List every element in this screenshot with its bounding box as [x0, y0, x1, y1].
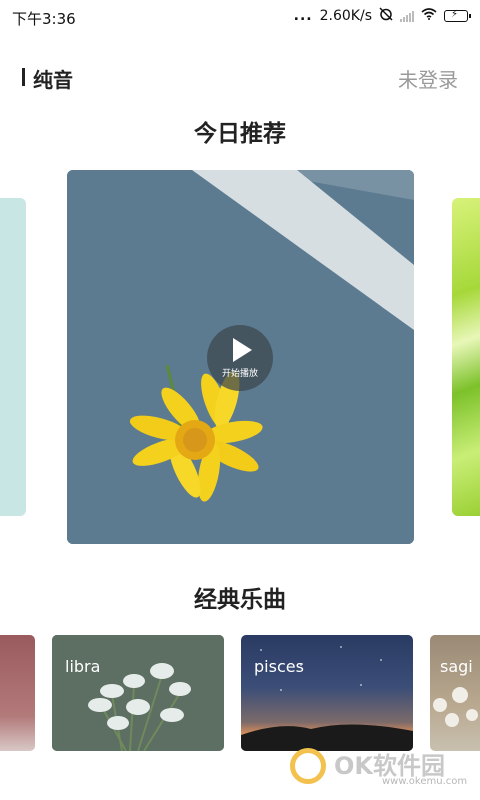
status-bar: 下午3:36 ... 2.60K/s ⚡	[0, 0, 480, 32]
night-sky-image	[241, 646, 413, 751]
flowers-image	[433, 687, 478, 727]
signal-icon	[400, 10, 414, 22]
track-name: pisces	[254, 657, 304, 676]
network-speed: 2.60K/s	[319, 8, 372, 24]
notification-dots: ...	[293, 8, 313, 24]
alarm-off-icon	[379, 7, 393, 25]
flowers-image	[52, 635, 224, 751]
carousel-next-card[interactable]	[452, 198, 480, 516]
battery-icon: ⚡	[444, 9, 471, 22]
watermark-url: www.okemu.com	[382, 776, 468, 787]
section-title-classic: 经典乐曲	[194, 587, 286, 613]
track-name: sagi	[440, 657, 473, 676]
section-title-today: 今日推荐	[194, 121, 286, 147]
track-name: libra	[65, 657, 101, 676]
page-title: 纯音	[33, 68, 73, 92]
watermark: OK软件园 www.okemu.com	[290, 744, 470, 790]
header-accent-bar	[22, 68, 25, 86]
featured-card[interactable]: 开始播放	[67, 170, 414, 544]
watermark-logo-icon	[290, 748, 326, 784]
play-icon	[233, 338, 252, 362]
carousel-prev-card[interactable]	[0, 198, 26, 516]
login-button[interactable]: 未登录	[398, 64, 458, 93]
wifi-icon	[421, 8, 437, 24]
track-card-partial-left[interactable]	[0, 635, 35, 751]
classic-track-list: libra pisces sagi	[0, 635, 480, 751]
track-card-pisces[interactable]: pisces	[241, 635, 413, 751]
play-label: 开始播放	[221, 369, 258, 379]
status-icons: ... 2.60K/s ⚡	[293, 7, 471, 25]
track-card-sagi[interactable]: sagi	[430, 635, 480, 751]
track-card-libra[interactable]: libra	[52, 635, 224, 751]
play-button[interactable]: 开始播放	[207, 325, 273, 391]
status-time: 下午3:36	[12, 10, 76, 28]
